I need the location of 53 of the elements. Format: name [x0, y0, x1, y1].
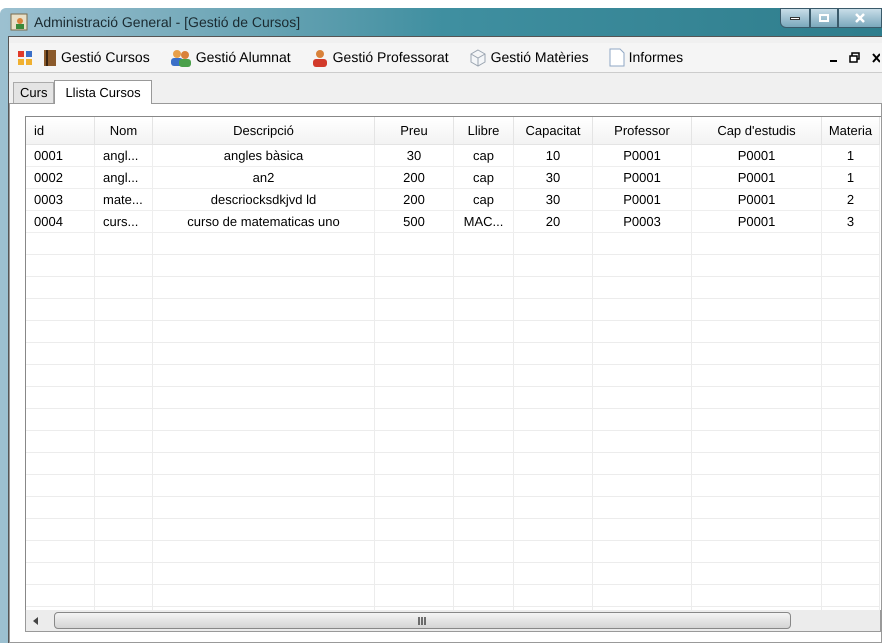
menu-item[interactable]: Gestió Professorat: [306, 47, 453, 68]
table-cell: 1: [822, 145, 880, 167]
column-header[interactable]: Cap d'estudis: [692, 117, 822, 145]
column-header[interactable]: Professor: [593, 117, 692, 145]
table-cell: 3: [822, 211, 880, 233]
table-cell: cap: [454, 189, 514, 211]
menu-item[interactable]: Gestió Cursos: [39, 47, 154, 68]
tab[interactable]: Llista Cursos: [54, 80, 152, 104]
column-header[interactable]: Capacitat: [514, 117, 593, 145]
table-cell: 30: [375, 145, 454, 167]
tab[interactable]: Curs: [13, 82, 54, 103]
table-cell: MAC...: [454, 211, 514, 233]
window-title: Administració General - [Gestió de Cursos]: [34, 12, 300, 32]
column-header[interactable]: Materia: [822, 117, 880, 145]
table-cell: cap: [454, 167, 514, 189]
table-cell: P0003: [593, 211, 692, 233]
table-cell: 200: [375, 167, 454, 189]
column-header[interactable]: Preu: [375, 117, 454, 145]
table-cell: an2: [153, 167, 375, 189]
menu-item[interactable]: Informes: [604, 47, 688, 68]
table-cell: mate...: [95, 189, 153, 211]
column-header[interactable]: Nom: [95, 117, 153, 145]
menu-item[interactable]: Gestió Matèries: [464, 47, 593, 68]
table-cell: P0001: [692, 167, 822, 189]
table-cell: 10: [514, 145, 593, 167]
table-cell: P0001: [593, 145, 692, 167]
column-header[interactable]: Descripció: [153, 117, 375, 145]
table-cell: P0001: [692, 189, 822, 211]
menu-item[interactable]: Gestió Alumnat: [166, 47, 295, 68]
table-cell: P0001: [593, 189, 692, 211]
table-cell: P0001: [692, 211, 822, 233]
table-cell: 0004: [26, 211, 95, 233]
table-cell: P0001: [593, 167, 692, 189]
table-cell: descriocksdkjvd ld: [153, 189, 375, 211]
table-cell: P0001: [692, 145, 822, 167]
table-cell: 0001: [26, 145, 95, 167]
table-cell: cap: [454, 145, 514, 167]
table-cell: 1: [822, 167, 880, 189]
column-header[interactable]: id: [26, 117, 95, 145]
table-cell: 200: [375, 189, 454, 211]
table-cell: 0002: [26, 167, 95, 189]
table-cell: curso de matematicas uno: [153, 211, 375, 233]
table-cell: 30: [514, 189, 593, 211]
column-header[interactable]: Llibre: [454, 117, 514, 145]
table-cell: 2: [822, 189, 880, 211]
table-cell: angles bàsica: [153, 145, 375, 167]
table-cell: 500: [375, 211, 454, 233]
table-cell: curs...: [95, 211, 153, 233]
table-cell: angl...: [95, 167, 153, 189]
table-cell: 0003: [26, 189, 95, 211]
table-cell: angl...: [95, 145, 153, 167]
table-cell: 30: [514, 167, 593, 189]
table-cell: 20: [514, 211, 593, 233]
